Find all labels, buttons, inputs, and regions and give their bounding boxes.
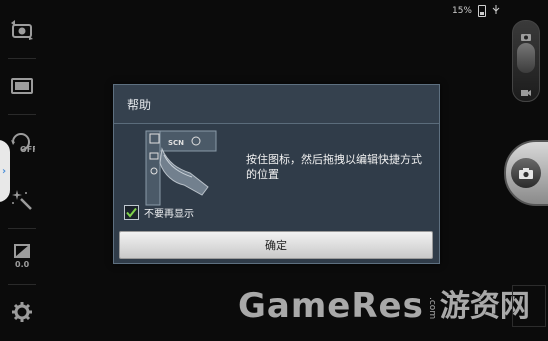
- drag-shortcut-illustration: SCN: [134, 129, 226, 207]
- exposure-icon[interactable]: 0.0: [8, 242, 36, 270]
- dialog-header: 帮助: [114, 85, 439, 124]
- dont-show-again-label: 不要再显示: [144, 209, 194, 220]
- chevron-right-icon: ›: [1, 165, 7, 177]
- help-dialog: 帮助 SCN 按住图标，然后拖拽以编辑快捷方式的位置 不要再显示 确定: [113, 84, 440, 264]
- battery-icon: [478, 5, 486, 17]
- ok-button[interactable]: 确定: [119, 231, 433, 259]
- dont-show-again-checkbox[interactable]: [124, 205, 139, 220]
- picture-size-icon[interactable]: [8, 72, 36, 100]
- flash-off-icon[interactable]: OFF: [8, 128, 36, 156]
- mode-switch-knob[interactable]: [517, 43, 535, 73]
- scn-icon-label: SCN: [168, 139, 184, 147]
- help-message: 按住图标，然后拖拽以编辑快捷方式的位置: [246, 153, 422, 181]
- camera-icon: [511, 158, 541, 188]
- usb-icon: [492, 4, 500, 18]
- exposure-value: 0.0: [15, 260, 30, 269]
- camera-video-mode-switch[interactable]: [512, 20, 540, 102]
- battery-percent: 15%: [451, 6, 472, 16]
- dont-show-again[interactable]: 不要再显示: [124, 205, 194, 220]
- dialog-title: 帮助: [127, 98, 152, 112]
- camera-icon: [520, 27, 532, 41]
- watermark: GameRes .com 游资网: [238, 283, 530, 323]
- camera-app: 15% OFF: [0, 0, 548, 341]
- effects-wand-icon[interactable]: [8, 186, 36, 214]
- shutter-button[interactable]: [504, 140, 548, 206]
- corner-frame: [512, 285, 546, 327]
- status-bar: 15%: [452, 4, 500, 18]
- checkmark-icon: [126, 207, 137, 218]
- video-icon: [520, 83, 532, 96]
- settings-gear-icon[interactable]: [8, 298, 36, 326]
- watermark-main: GameRes: [238, 286, 424, 326]
- watermark-dotcom: .com: [426, 296, 437, 319]
- flash-off-label: OFF: [20, 145, 35, 154]
- left-toolbar: OFF › 0.0: [0, 0, 44, 341]
- switch-camera-icon[interactable]: [8, 16, 36, 44]
